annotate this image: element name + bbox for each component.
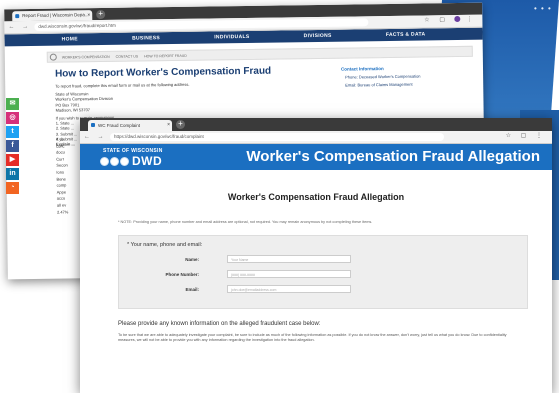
browser-action-icons[interactable]: ☆ ▢ ⋮	[424, 16, 476, 23]
facebook-icon[interactable]: f	[6, 140, 19, 152]
front-tab-strip: WC Fraud Complaint × +	[80, 118, 552, 131]
front-tab-title: WC Fraud Complaint	[98, 123, 141, 128]
text-fragment: Ions	[56, 169, 65, 175]
address-line: Madison, WI 53707	[55, 106, 91, 113]
nav-facts-data[interactable]: FACTS & DATA	[386, 31, 426, 38]
breadcrumb-item[interactable]: CONTACT US	[116, 54, 138, 58]
front-browser-window[interactable]: WC Fraud Complaint × + ← → ⟳ https://dwd…	[80, 118, 552, 393]
front-address-bar: ← → ⟳ https://dwd.wisconsin.gov/wc/fraud…	[80, 131, 552, 144]
intro-text: To report fraud, complete this email for…	[55, 81, 190, 89]
phone-input[interactable]: (###) ###-####	[227, 270, 351, 278]
text-fragment: accu	[56, 195, 66, 201]
case-info-heading: Please provide any known information on …	[118, 321, 321, 327]
text-fragment: Bene	[56, 176, 66, 182]
contact-fields-panel: * Your name, phone and email: Name: Your…	[118, 235, 528, 309]
nav-divisions[interactable]: DIVISIONS	[304, 33, 332, 39]
form-title: Worker's Compensation Fraud Allegation	[227, 192, 405, 202]
contact-info-box: Contact Information Phone: Deceased Work…	[341, 65, 461, 91]
social-share-bar: ✉ ◎ t f ▶ in ◔	[6, 98, 19, 196]
text-fragment: all ev	[56, 202, 67, 208]
nav-home[interactable]: HOME	[62, 36, 78, 42]
new-tab-button[interactable]: +	[176, 120, 185, 129]
profile-icon[interactable]	[454, 16, 461, 23]
close-tab-icon[interactable]: ×	[167, 120, 170, 131]
optional-note: * NOTE: Providing your name, phone numbe…	[118, 220, 373, 224]
name-label: Name:	[185, 257, 199, 262]
header-title: Worker's Compensation Fraud Allegation	[246, 148, 540, 165]
rss-icon[interactable]: ◔	[6, 182, 19, 194]
text-fragment: Curr	[56, 156, 65, 162]
nav-individuals[interactable]: INDIVIDUALS	[214, 34, 249, 40]
case-info-instructions: To be sure that we are able to adequatel…	[118, 333, 507, 342]
truncated-text-column: If yo conc docu Curr Secon Ions Bene com…	[56, 136, 71, 215]
close-tab-icon[interactable]: ×	[87, 10, 90, 20]
contact-heading: Contact Information	[340, 66, 384, 72]
text-fragment: comp	[56, 182, 67, 188]
nav-business[interactable]: BUSINESS	[132, 35, 160, 41]
favicon-icon	[15, 14, 20, 19]
twitter-icon[interactable]: t	[6, 126, 19, 138]
browser-action-icons[interactable]: ☆ ▢ ⋮	[506, 132, 546, 139]
address-block: State of Wisconsin Worker's Compensation…	[55, 88, 295, 112]
phone-label: Phone Number:	[165, 272, 199, 277]
text-fragment: docu	[56, 149, 65, 155]
email-label: Email:	[185, 287, 199, 292]
dwd-logo[interactable]: DWD	[100, 154, 162, 168]
back-tab-title: Report Fraud | Wisconsin Depa...	[22, 12, 89, 19]
contact-phone-link[interactable]: Phone: Deceased Worker's Compensation	[345, 73, 461, 80]
breadcrumb-item: HOW TO REPORT FRAUD	[144, 53, 187, 58]
seal-icon	[120, 156, 129, 166]
text-fragment: Secon	[56, 162, 68, 169]
text-fragment: conc	[56, 143, 65, 149]
back-url-field[interactable]: dwd.wisconsin.gov/wc/fraud/report.htm	[34, 18, 369, 31]
contact-email-link[interactable]: Email: Bureau of Claims Management	[345, 81, 461, 88]
email-icon[interactable]: ✉	[6, 98, 19, 110]
panel-heading: * Your name, phone and email:	[127, 242, 203, 248]
linkedin-icon[interactable]: in	[6, 168, 19, 180]
home-icon[interactable]	[49, 53, 57, 61]
text-fragment: If yo	[55, 136, 64, 142]
breadcrumb-item[interactable]: WORKER'S COMPENSATION	[62, 54, 110, 59]
breadcrumb: WORKER'S COMPENSATION CONTACT US HOW TO …	[46, 45, 473, 63]
desktop-dots: • • •	[534, 4, 552, 13]
favicon-icon	[91, 123, 95, 127]
text-fragment: Appe	[56, 189, 67, 195]
youtube-icon[interactable]: ▶	[6, 154, 19, 166]
email-input[interactable]: john.doe@emailaddress.com	[227, 285, 351, 293]
front-url-field[interactable]: https://dwd.wisconsin.gov/wc/fraud/compl…	[110, 133, 444, 141]
seal-icon	[100, 156, 109, 166]
name-input[interactable]: Your Name	[227, 255, 351, 263]
dwd-header: STATE OF WISCONSIN DWD Worker's Compensa…	[80, 144, 552, 170]
text-fragment: 2.47%	[56, 209, 69, 215]
logo-text: DWD	[132, 154, 163, 168]
front-tab[interactable]: WC Fraud Complaint ×	[88, 120, 172, 131]
instagram-icon[interactable]: ◎	[6, 112, 19, 124]
seal-icon	[110, 156, 119, 166]
new-tab-button[interactable]: +	[96, 9, 106, 20]
